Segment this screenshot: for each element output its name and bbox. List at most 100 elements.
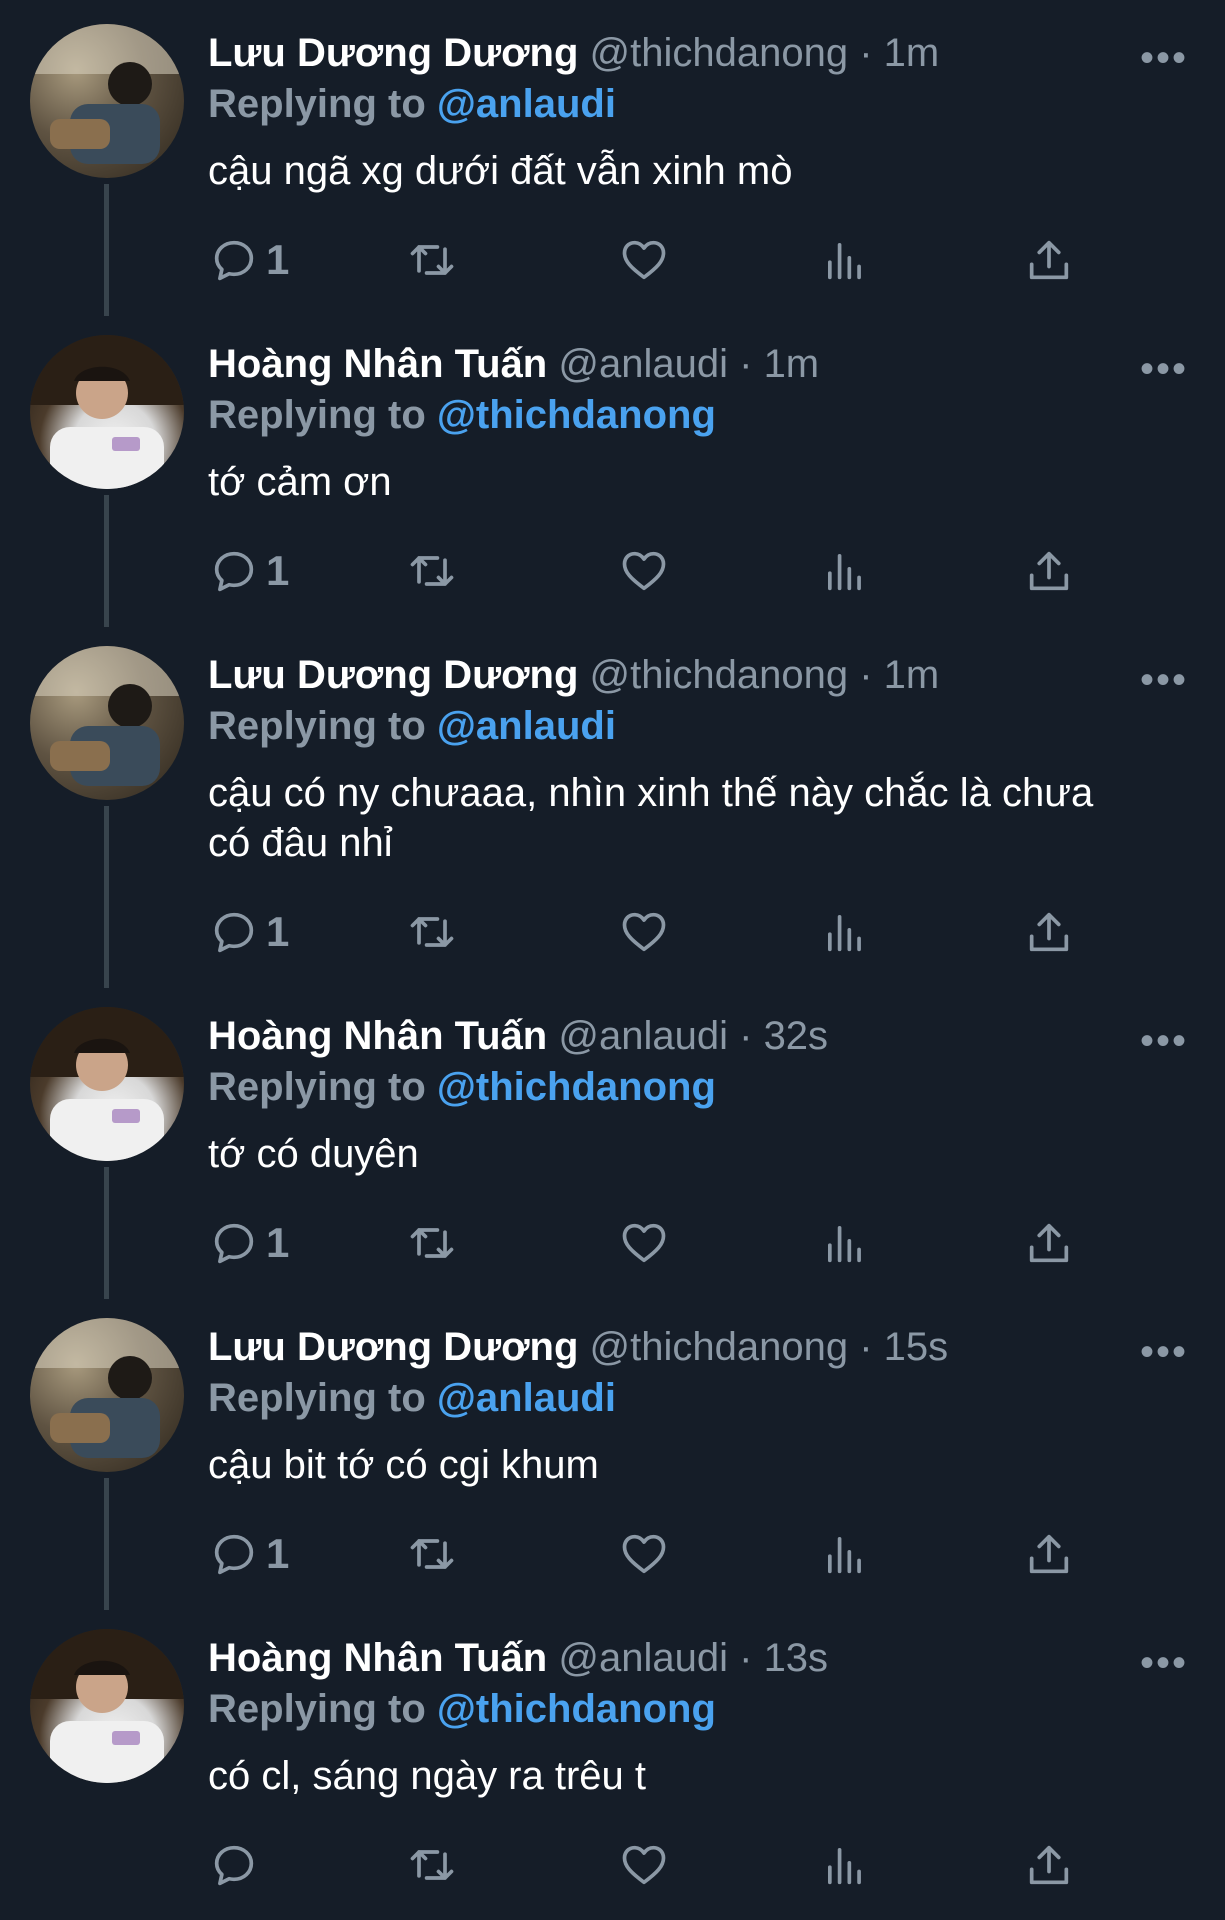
tweet[interactable]: Hoàng Nhân Tuấn @anlaudi · 32s ••• Reply…: [0, 983, 1225, 1299]
avatar[interactable]: [30, 24, 184, 178]
user-handle[interactable]: @anlaudi: [558, 1014, 728, 1058]
timestamp[interactable]: 1m: [764, 342, 820, 386]
tweet[interactable]: Lưu Dương Dương @thichdanong · 1m ••• Re…: [0, 0, 1225, 316]
share-button[interactable]: [1023, 232, 1075, 288]
avatar[interactable]: [30, 335, 184, 489]
stats-button[interactable]: [819, 543, 871, 599]
tweet-text: cậu bit tớ có cgi khum: [208, 1443, 599, 1487]
stats-button[interactable]: [819, 1526, 871, 1582]
display-name[interactable]: Lưu Dương Dương: [208, 31, 578, 75]
reply-button[interactable]: 1: [208, 543, 289, 599]
share-button[interactable]: [1023, 904, 1075, 960]
stats-button[interactable]: [819, 1837, 871, 1893]
reply-bubble-icon: [214, 1845, 254, 1886]
more-horizontal-icon[interactable]: •••: [1140, 347, 1188, 392]
tweet[interactable]: Hoàng Nhân Tuấn @anlaudi · 13s ••• Reply…: [0, 1605, 1225, 1916]
display-name[interactable]: Hoàng Nhân Tuấn: [208, 342, 547, 386]
replying-label: Replying to: [208, 82, 426, 126]
replying-to-handle[interactable]: @anlaudi: [437, 82, 616, 126]
separator-dot: ·: [739, 1636, 753, 1680]
retweet-button[interactable]: [406, 232, 458, 288]
tweet[interactable]: Hoàng Nhân Tuấn @anlaudi · 1m ••• Replyi…: [0, 311, 1225, 627]
tweet-header: Hoàng Nhân Tuấn @anlaudi · 13s: [208, 1633, 828, 1683]
tweet-text: có cl, sáng ngày ra trêu t: [208, 1754, 647, 1798]
heart-icon: [622, 240, 666, 280]
retweet-button[interactable]: [406, 1215, 458, 1271]
analytics-bars-icon: [827, 1536, 861, 1574]
more-horizontal-icon[interactable]: •••: [1140, 1019, 1188, 1064]
share-button[interactable]: [1023, 1215, 1075, 1271]
user-handle[interactable]: @anlaudi: [558, 1636, 728, 1680]
stats-button[interactable]: [819, 232, 871, 288]
retweet-icon: [410, 556, 454, 586]
share-button[interactable]: [1023, 1837, 1075, 1893]
user-handle[interactable]: @thichdanong: [590, 1325, 849, 1369]
thread-connector-line: [104, 1167, 109, 1299]
display-name[interactable]: Lưu Dương Dương: [208, 653, 578, 697]
like-button[interactable]: [618, 543, 670, 599]
retweet-button[interactable]: [406, 904, 458, 960]
stats-button[interactable]: [819, 1215, 871, 1271]
share-button[interactable]: [1023, 1526, 1075, 1582]
heart-icon: [622, 1534, 666, 1574]
timestamp[interactable]: 1m: [884, 653, 940, 697]
replying-to-handle[interactable]: @thichdanong: [437, 1065, 716, 1109]
tweet[interactable]: Lưu Dương Dương @thichdanong · 15s ••• R…: [0, 1294, 1225, 1610]
thread-connector-line: [104, 184, 109, 316]
like-button[interactable]: [618, 1837, 670, 1893]
user-handle[interactable]: @thichdanong: [590, 653, 849, 697]
stats-button[interactable]: [819, 904, 871, 960]
tweet-actions: 1: [208, 1526, 1108, 1586]
reply-count: 1: [266, 908, 290, 955]
display-name[interactable]: Lưu Dương Dương: [208, 1325, 578, 1369]
replying-to-handle[interactable]: @anlaudi: [437, 1376, 616, 1420]
reply-button[interactable]: 1: [208, 1215, 289, 1271]
more-horizontal-icon[interactable]: •••: [1140, 1641, 1188, 1686]
reply-count: 1: [266, 236, 290, 283]
timestamp[interactable]: 32s: [764, 1014, 829, 1058]
replying-to-handle[interactable]: @thichdanong: [437, 1687, 716, 1731]
share-button[interactable]: [1023, 543, 1075, 599]
avatar[interactable]: [30, 646, 184, 800]
user-handle[interactable]: @anlaudi: [558, 342, 728, 386]
display-name[interactable]: Hoàng Nhân Tuấn: [208, 1636, 547, 1680]
like-button[interactable]: [618, 1526, 670, 1582]
retweet-icon: [410, 1539, 454, 1569]
timestamp[interactable]: 13s: [764, 1636, 829, 1680]
user-handle[interactable]: @thichdanong: [590, 31, 849, 75]
more-horizontal-icon[interactable]: •••: [1140, 36, 1188, 81]
replying-label: Replying to: [208, 1376, 426, 1420]
more-horizontal-icon[interactable]: •••: [1140, 1330, 1188, 1375]
tweet-text: cậu ngã xg dưới đất vẫn xinh mò: [208, 149, 793, 193]
retweet-button[interactable]: [406, 1837, 458, 1893]
like-button[interactable]: [618, 1215, 670, 1271]
reply-thread: Lưu Dương Dương @thichdanong · 1m ••• Re…: [0, 0, 1225, 1920]
more-horizontal-icon[interactable]: •••: [1140, 658, 1188, 703]
thread-connector-line: [104, 495, 109, 627]
replying-to-handle[interactable]: @thichdanong: [437, 393, 716, 437]
reply-button[interactable]: 1: [208, 1526, 289, 1582]
like-button[interactable]: [618, 904, 670, 960]
avatar[interactable]: [30, 1318, 184, 1472]
replying-to-handle[interactable]: @anlaudi: [437, 704, 616, 748]
display-name[interactable]: Hoàng Nhân Tuấn: [208, 1014, 547, 1058]
like-button[interactable]: [618, 232, 670, 288]
analytics-bars-icon: [827, 914, 861, 952]
retweet-button[interactable]: [406, 543, 458, 599]
reply-button[interactable]: 1: [208, 904, 289, 960]
replying-to: Replying to @thichdanong: [208, 1684, 716, 1734]
share-upload-icon: [1029, 1534, 1069, 1574]
replying-to: Replying to @thichdanong: [208, 390, 716, 440]
tweet-actions: 1: [208, 543, 1108, 603]
timestamp[interactable]: 1m: [884, 31, 940, 75]
timestamp[interactable]: 15s: [884, 1325, 949, 1369]
separator-dot: ·: [739, 1014, 753, 1058]
reply-button[interactable]: [208, 1837, 266, 1893]
avatar[interactable]: [30, 1629, 184, 1783]
retweet-icon: [410, 917, 454, 947]
avatar[interactable]: [30, 1007, 184, 1161]
reply-button[interactable]: 1: [208, 232, 289, 288]
retweet-button[interactable]: [406, 1526, 458, 1582]
reply-count: 1: [266, 547, 290, 594]
tweet[interactable]: Lưu Dương Dương @thichdanong · 1m ••• Re…: [0, 622, 1225, 988]
